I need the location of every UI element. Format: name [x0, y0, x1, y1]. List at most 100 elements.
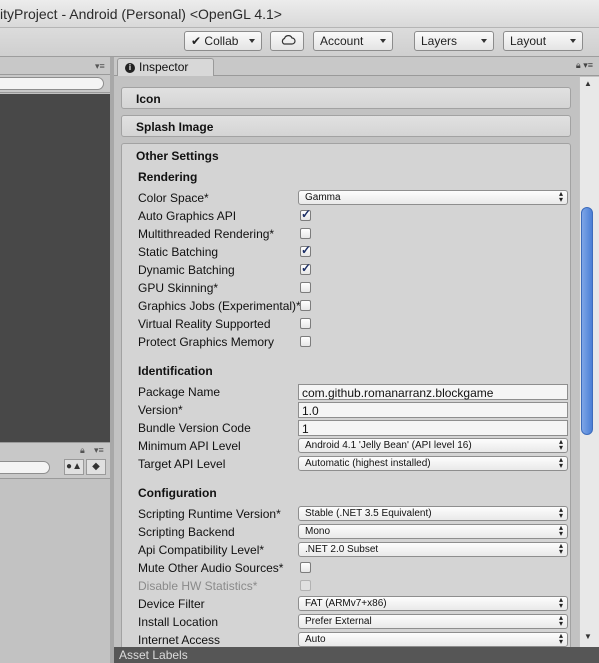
project-search-bar: ●▲ ◆	[0, 457, 112, 479]
section-splash-image[interactable]: Splash Image	[121, 115, 571, 137]
chevron-down-icon	[570, 39, 576, 43]
layers-button[interactable]: Layers	[414, 31, 494, 51]
tab-inspector-label: Inspector	[139, 60, 189, 74]
static-batching-label: Static Batching	[138, 245, 219, 259]
device-filter-value: FAT (ARMv7+x86)	[305, 598, 387, 609]
api-compatibility-level-dropdown[interactable]: .NET 2.0 Subset ▴ ▾	[298, 542, 568, 557]
internet-access-label: Internet Access	[138, 633, 221, 647]
asset-labels-bar[interactable]: Asset Labels	[114, 647, 599, 663]
static-batching-checkbox[interactable]: ✓	[300, 243, 312, 257]
updown-arrows-icon: ▴ ▾	[558, 455, 563, 470]
updown-arrows-icon: ▴ ▾	[558, 437, 563, 452]
updown-arrows-icon: ▴ ▾	[558, 631, 563, 646]
section-icon-label: Icon	[136, 92, 161, 106]
auto-graphics-api-label: Auto Graphics API	[138, 209, 237, 223]
rendering-header: Rendering	[138, 170, 198, 184]
layers-label: Layers	[421, 34, 458, 48]
color-space-value: Gamma	[305, 192, 341, 203]
search-by-type-button[interactable]: ●▲	[64, 459, 84, 475]
multithreaded-rendering-label: Multithreaded Rendering*	[138, 227, 275, 241]
auto-graphics-api-checkbox[interactable]: ✓	[300, 207, 311, 221]
protect-graphics-memory-label: Protect Graphics Memory	[138, 335, 275, 349]
multithreaded-rendering-checkbox[interactable]	[300, 228, 311, 239]
target-api-level-value: Automatic (highest installed)	[305, 458, 431, 469]
inspector-body: Icon Splash Image Other Settings Renderi…	[114, 77, 579, 647]
project-list[interactable]	[0, 480, 110, 663]
account-label: Account	[320, 34, 364, 48]
dynamic-batching-checkbox[interactable]: ✓	[300, 261, 311, 275]
api-compatibility-level-value: .NET 2.0 Subset	[305, 544, 379, 555]
scripting-backend-dropdown[interactable]: Mono ▴ ▾	[298, 524, 568, 539]
minimum-api-level-label: Minimum API Level	[138, 439, 241, 453]
minimum-api-level-value: Android 4.1 'Jelly Bean' (API level 16)	[305, 440, 472, 451]
target-api-level-label: Target API Level	[138, 457, 226, 471]
graphics-jobs-checkbox[interactable]	[300, 300, 311, 311]
project-pane-header: 🔒︎ ▾≡	[0, 443, 112, 457]
package-name-label: Package Name	[138, 385, 221, 399]
scene-search-bar	[0, 75, 112, 93]
menu-icon[interactable]: ▾≡	[95, 61, 105, 72]
menu-icon[interactable]: ▾≡	[583, 60, 593, 70]
install-location-label: Install Location	[138, 615, 219, 629]
scroll-up-arrow-icon[interactable]: ▲	[584, 79, 592, 88]
section-other-settings-label[interactable]: Other Settings	[136, 149, 219, 163]
protect-graphics-memory-checkbox[interactable]	[300, 336, 311, 347]
section-icon[interactable]: Icon	[121, 87, 571, 109]
layout-label: Layout	[510, 34, 547, 48]
device-filter-label: Device Filter	[138, 597, 205, 611]
scrollbar-thumb[interactable]	[581, 207, 593, 435]
updown-arrows-icon: ▴ ▾	[558, 189, 563, 204]
color-space-label: Color Space*	[138, 191, 209, 205]
device-filter-dropdown[interactable]: FAT (ARMv7+x86) ▴ ▾	[298, 596, 568, 611]
lock-icon[interactable]: 🔒︎	[576, 60, 581, 70]
internet-access-dropdown[interactable]: Auto ▴ ▾	[298, 632, 568, 647]
chevron-down-icon	[481, 39, 487, 43]
version-field[interactable]: 1.0	[298, 402, 568, 418]
package-name-field[interactable]: com.github.romanarranz.blockgame	[298, 384, 568, 400]
window-title: ityProject - Android (Personal) <OpenGL …	[0, 6, 282, 22]
collab-button[interactable]: ✔︎ Collab	[184, 31, 262, 51]
updown-arrows-icon: ▴ ▾	[558, 541, 563, 556]
chevron-down-icon	[249, 39, 255, 43]
bundle-version-code-field[interactable]: 1	[298, 420, 568, 436]
project-search-input[interactable]	[0, 461, 50, 474]
scripting-runtime-version-dropdown[interactable]: Stable (.NET 3.5 Equivalent) ▴ ▾	[298, 506, 568, 521]
internet-access-value: Auto	[305, 634, 326, 645]
asset-labels-label: Asset Labels	[119, 648, 188, 662]
checkmark-icon: ✓	[301, 243, 312, 257]
api-compatibility-level-label: Api Compatibility Level*	[138, 543, 265, 557]
mute-other-audio-checkbox[interactable]	[300, 562, 311, 573]
account-button[interactable]: Account	[313, 31, 393, 51]
dynamic-batching-label: Dynamic Batching	[138, 263, 235, 277]
scene-view[interactable]	[0, 94, 110, 442]
virtual-reality-checkbox[interactable]	[300, 318, 311, 329]
gpu-skinning-checkbox[interactable]	[300, 282, 311, 293]
lock-icon[interactable]: 🔒︎	[80, 445, 85, 456]
virtual-reality-label: Virtual Reality Supported	[138, 317, 271, 331]
updown-arrows-icon: ▴ ▾	[558, 595, 563, 610]
mute-other-audio-label: Mute Other Audio Sources*	[138, 561, 284, 575]
search-by-label-button[interactable]: ◆	[86, 459, 106, 475]
project-pane: 🔒︎ ▾≡ ●▲ ◆	[0, 442, 112, 663]
check-circle-icon: ✔︎	[191, 34, 202, 48]
tag-icon: ◆	[92, 461, 100, 472]
shapes-icon: ●▲	[66, 461, 82, 472]
minimum-api-level-dropdown[interactable]: Android 4.1 'Jelly Bean' (API level 16) …	[298, 438, 568, 453]
tab-inspector[interactable]: i Inspector	[117, 58, 214, 76]
updown-arrows-icon: ▴ ▾	[558, 523, 563, 538]
disable-hw-statistics-checkbox	[300, 580, 311, 591]
updown-arrows-icon: ▴ ▾	[558, 505, 563, 520]
target-api-level-dropdown[interactable]: Automatic (highest installed) ▴ ▾	[298, 456, 568, 471]
install-location-dropdown[interactable]: Prefer External ▴ ▾	[298, 614, 568, 629]
color-space-dropdown[interactable]: Gamma ▴ ▾	[298, 190, 568, 205]
cloud-button[interactable]	[270, 31, 304, 51]
window-title-bar: ityProject - Android (Personal) <OpenGL …	[0, 0, 599, 28]
layout-button[interactable]: Layout	[503, 31, 583, 51]
scripting-backend-label: Scripting Backend	[138, 525, 235, 539]
scroll-down-arrow-icon[interactable]: ▼	[584, 632, 592, 641]
menu-icon[interactable]: ▾≡	[94, 445, 104, 456]
scene-search-input[interactable]	[0, 77, 104, 90]
configuration-header: Configuration	[138, 486, 217, 500]
section-splash-label: Splash Image	[136, 120, 214, 134]
scripting-backend-value: Mono	[305, 526, 331, 537]
